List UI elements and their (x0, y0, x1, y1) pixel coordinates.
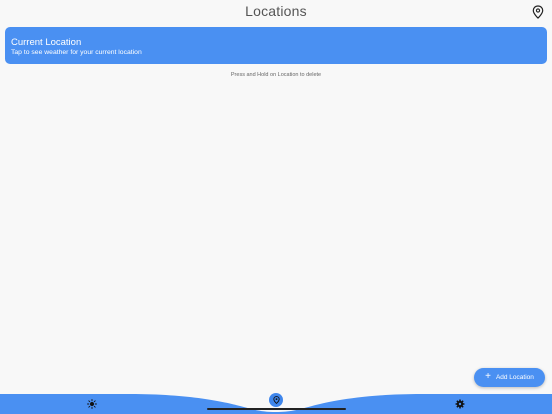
plus-icon: + (485, 371, 491, 382)
add-location-label: Add Location (495, 374, 534, 381)
add-location-button[interactable]: + Add Location (474, 368, 545, 387)
nav-settings-button[interactable] (454, 398, 466, 410)
nav-locations-button[interactable] (269, 393, 283, 407)
current-location-subtitle: Tap to see weather for your current loca… (11, 49, 142, 56)
bottom-nav-bar (0, 388, 552, 414)
sun-icon (87, 399, 97, 409)
current-location-title: Current Location (11, 37, 82, 48)
home-indicator (207, 408, 346, 410)
page-title: Locations (245, 3, 307, 19)
header: Locations (0, 0, 552, 26)
map-pin-icon (272, 396, 280, 404)
map-pin-icon[interactable] (532, 5, 544, 19)
delete-hint: Press and Hold on Location to delete (230, 72, 322, 78)
current-location-card[interactable]: Current Location Tap to see weather for … (5, 27, 547, 64)
nav-weather-button[interactable] (86, 398, 98, 410)
gear-icon (455, 399, 465, 409)
